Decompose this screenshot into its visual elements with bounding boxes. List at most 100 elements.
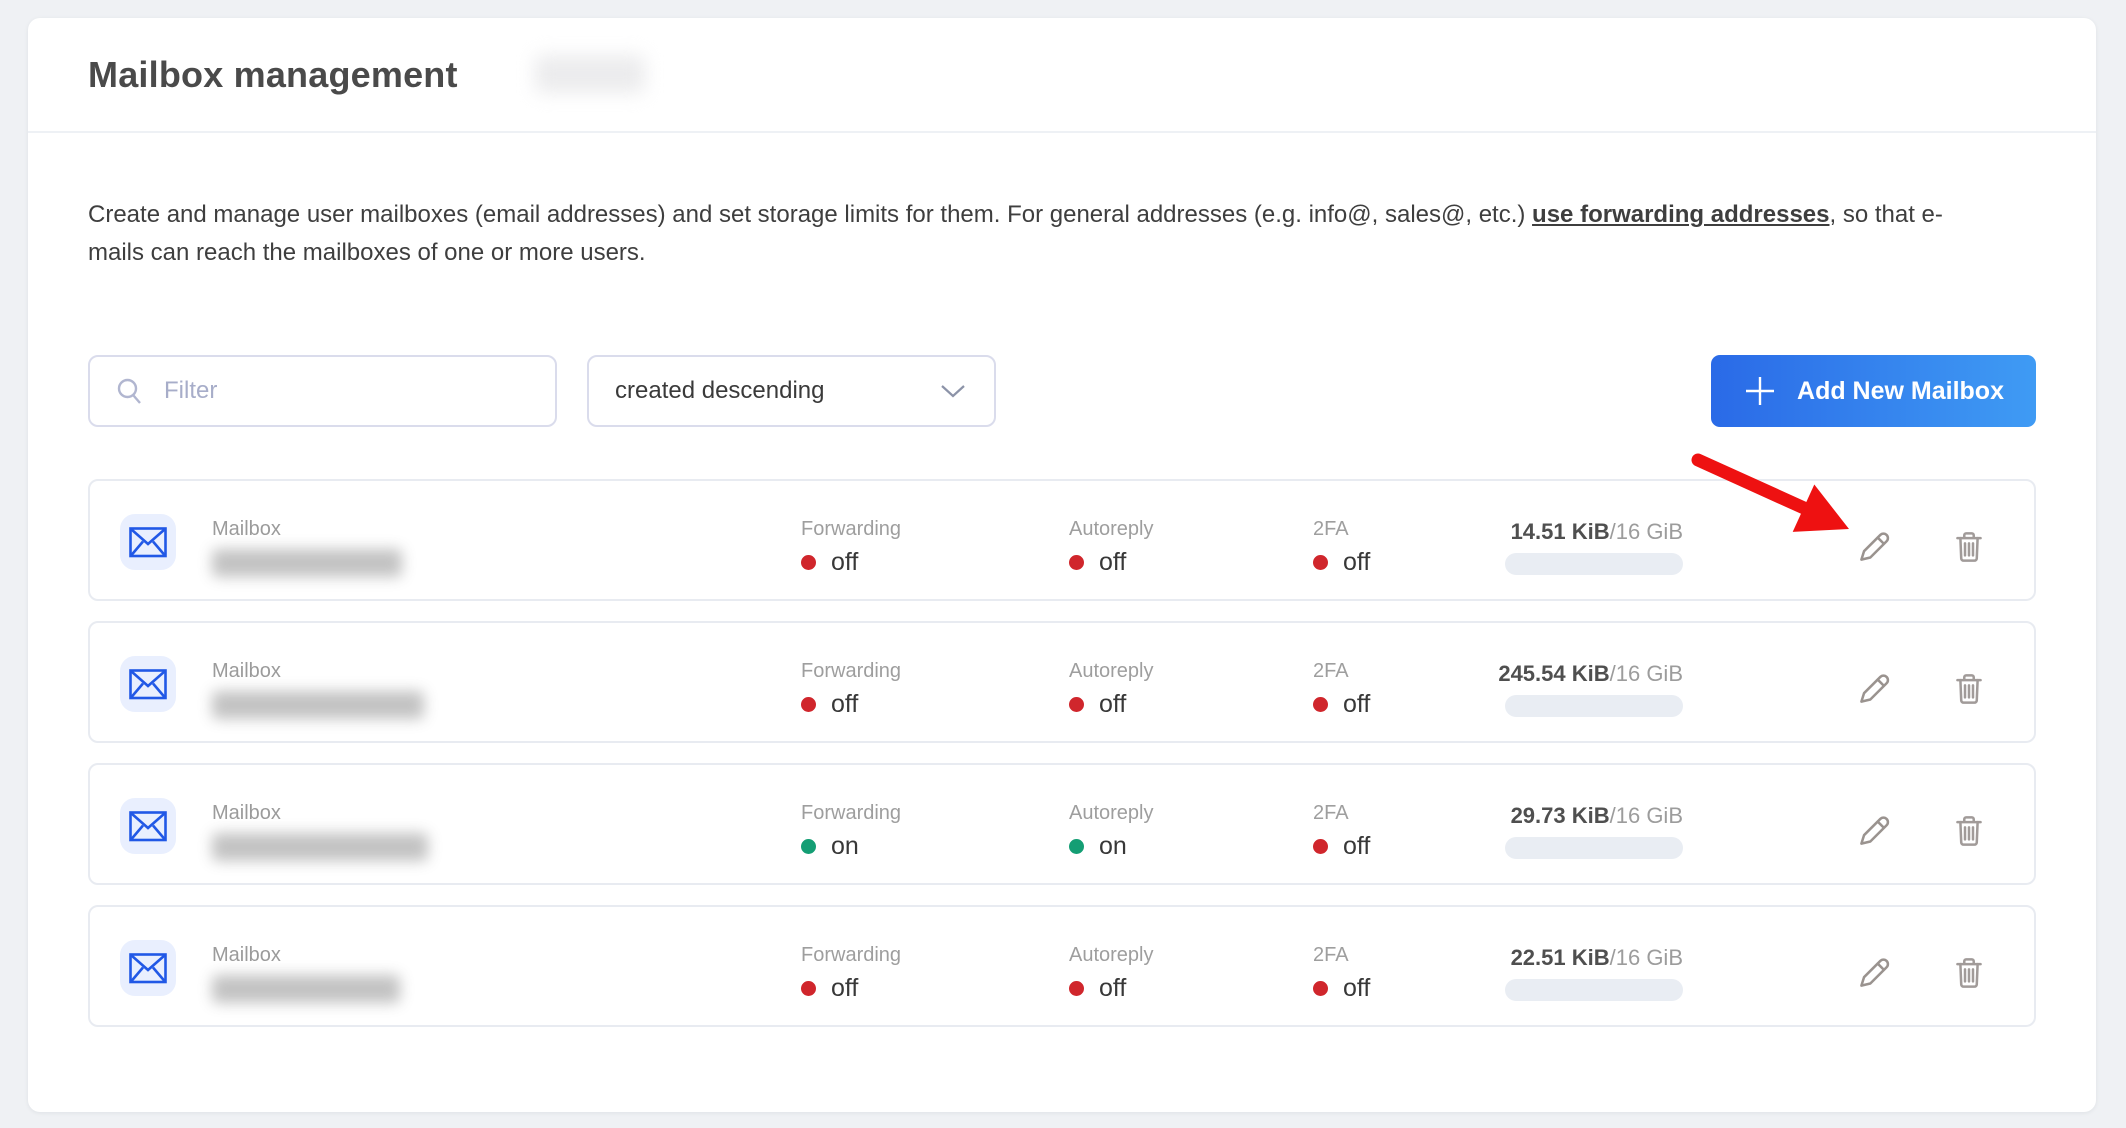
mailbox-name-label: Mailbox bbox=[212, 944, 400, 967]
status-dot bbox=[801, 981, 816, 996]
twofa-label: 2FA bbox=[1313, 944, 1370, 967]
status-dot bbox=[801, 555, 816, 570]
storage-progress-bar bbox=[1505, 695, 1683, 717]
page-header: Mailbox management bbox=[28, 18, 2096, 133]
toolbar: created descending Add New Mailbox bbox=[88, 355, 2036, 427]
mail-envelope-icon bbox=[129, 527, 167, 558]
delete-mailbox-button[interactable] bbox=[1946, 950, 1992, 996]
forwarding-status: Forwarding off bbox=[801, 518, 901, 577]
edit-mailbox-button[interactable] bbox=[1851, 666, 1897, 712]
status-dot bbox=[1069, 981, 1084, 996]
storage-quota: /16 GiB bbox=[1610, 519, 1683, 544]
plus-icon bbox=[1743, 374, 1777, 408]
mail-envelope-icon bbox=[129, 953, 167, 984]
redacted-email-address bbox=[212, 975, 400, 1003]
storage-progress-bar bbox=[1505, 837, 1683, 859]
search-icon bbox=[114, 376, 146, 408]
storage-progress-bar bbox=[1505, 979, 1683, 1001]
mailbox-name-label: Mailbox bbox=[212, 518, 402, 541]
trash-icon bbox=[1948, 668, 1990, 710]
mail-envelope-icon bbox=[129, 811, 167, 842]
mailbox-list: Mailbox Forwarding off Autoreply off 2FA… bbox=[88, 479, 2036, 1047]
status-dot bbox=[1313, 839, 1328, 854]
status-dot bbox=[1313, 981, 1328, 996]
redacted-badge bbox=[535, 55, 645, 93]
add-new-mailbox-label: Add New Mailbox bbox=[1797, 377, 2004, 406]
mailbox-row: Mailbox Forwarding off Autoreply off 2FA… bbox=[88, 905, 2036, 1027]
storage-quota: /16 GiB bbox=[1610, 661, 1683, 686]
sort-dropdown[interactable]: created descending bbox=[587, 355, 996, 427]
twofa-value: off bbox=[1343, 548, 1370, 577]
forwarding-value: off bbox=[831, 548, 858, 577]
status-dot bbox=[1069, 555, 1084, 570]
trash-icon bbox=[1948, 810, 1990, 852]
add-new-mailbox-button[interactable]: Add New Mailbox bbox=[1711, 355, 2036, 427]
edit-mailbox-button[interactable] bbox=[1851, 524, 1897, 570]
mailbox-management-panel: Mailbox management Create and manage use… bbox=[28, 18, 2096, 1112]
page-title: Mailbox management bbox=[88, 54, 458, 96]
forwarding-label: Forwarding bbox=[801, 944, 901, 967]
autoreply-label: Autoreply bbox=[1069, 802, 1154, 825]
mailbox-avatar bbox=[120, 656, 176, 712]
trash-icon bbox=[1948, 526, 1990, 568]
autoreply-status: Autoreply on bbox=[1069, 802, 1154, 861]
autoreply-value: off bbox=[1099, 548, 1126, 577]
twofa-status: 2FA off bbox=[1313, 802, 1370, 861]
mailbox-name-cell: Mailbox bbox=[212, 802, 428, 861]
twofa-value: off bbox=[1343, 974, 1370, 1003]
delete-mailbox-button[interactable] bbox=[1946, 808, 1992, 854]
mailbox-avatar bbox=[120, 940, 176, 996]
forwarding-label: Forwarding bbox=[801, 802, 901, 825]
autoreply-label: Autoreply bbox=[1069, 660, 1154, 683]
trash-icon bbox=[1948, 952, 1990, 994]
autoreply-status: Autoreply off bbox=[1069, 944, 1154, 1003]
storage-usage: 245.54 KiB/16 GiB bbox=[1498, 661, 1683, 717]
mailbox-name-cell: Mailbox bbox=[212, 660, 424, 719]
pencil-icon bbox=[1853, 810, 1895, 852]
delete-mailbox-button[interactable] bbox=[1946, 666, 1992, 712]
mailbox-name-cell: Mailbox bbox=[212, 518, 402, 577]
mailbox-avatar bbox=[120, 514, 176, 570]
storage-used: 29.73 KiB bbox=[1511, 803, 1610, 828]
storage-used: 14.51 KiB bbox=[1511, 519, 1610, 544]
status-dot bbox=[1069, 697, 1084, 712]
delete-mailbox-button[interactable] bbox=[1946, 524, 1992, 570]
autoreply-value: off bbox=[1099, 690, 1126, 719]
autoreply-status: Autoreply off bbox=[1069, 518, 1154, 577]
edit-mailbox-button[interactable] bbox=[1851, 808, 1897, 854]
edit-mailbox-button[interactable] bbox=[1851, 950, 1897, 996]
redacted-email-address bbox=[212, 691, 424, 719]
forwarding-value: on bbox=[831, 832, 859, 861]
description-text: Create and manage user mailboxes (email … bbox=[88, 201, 1532, 228]
mailbox-row: Mailbox Forwarding on Autoreply on 2FA o… bbox=[88, 763, 2036, 885]
forwarding-status: Forwarding on bbox=[801, 802, 901, 861]
filter-input[interactable] bbox=[88, 355, 557, 427]
autoreply-value: on bbox=[1099, 832, 1127, 861]
autoreply-label: Autoreply bbox=[1069, 944, 1154, 967]
autoreply-value: off bbox=[1099, 974, 1126, 1003]
pencil-icon bbox=[1853, 526, 1895, 568]
twofa-status: 2FA off bbox=[1313, 518, 1370, 577]
storage-used: 245.54 KiB bbox=[1498, 661, 1609, 686]
storage-usage: 14.51 KiB/16 GiB bbox=[1505, 519, 1683, 575]
status-dot bbox=[801, 839, 816, 854]
status-dot bbox=[1313, 555, 1328, 570]
redacted-email-address bbox=[212, 549, 402, 577]
mailbox-row: Mailbox Forwarding off Autoreply off 2FA… bbox=[88, 479, 2036, 601]
storage-quota: /16 GiB bbox=[1610, 803, 1683, 828]
storage-used: 22.51 KiB bbox=[1511, 945, 1610, 970]
twofa-label: 2FA bbox=[1313, 518, 1370, 541]
twofa-status: 2FA off bbox=[1313, 944, 1370, 1003]
twofa-status: 2FA off bbox=[1313, 660, 1370, 719]
use-forwarding-addresses-link[interactable]: use forwarding addresses bbox=[1532, 201, 1829, 228]
status-dot bbox=[1313, 697, 1328, 712]
mailbox-name-label: Mailbox bbox=[212, 802, 428, 825]
mailbox-name-label: Mailbox bbox=[212, 660, 424, 683]
storage-usage: 29.73 KiB/16 GiB bbox=[1505, 803, 1683, 859]
sort-dropdown-value: created descending bbox=[615, 377, 824, 405]
forwarding-status: Forwarding off bbox=[801, 944, 901, 1003]
storage-usage: 22.51 KiB/16 GiB bbox=[1505, 945, 1683, 1001]
forwarding-value: off bbox=[831, 690, 858, 719]
chevron-down-icon bbox=[938, 381, 968, 401]
pencil-icon bbox=[1853, 952, 1895, 994]
